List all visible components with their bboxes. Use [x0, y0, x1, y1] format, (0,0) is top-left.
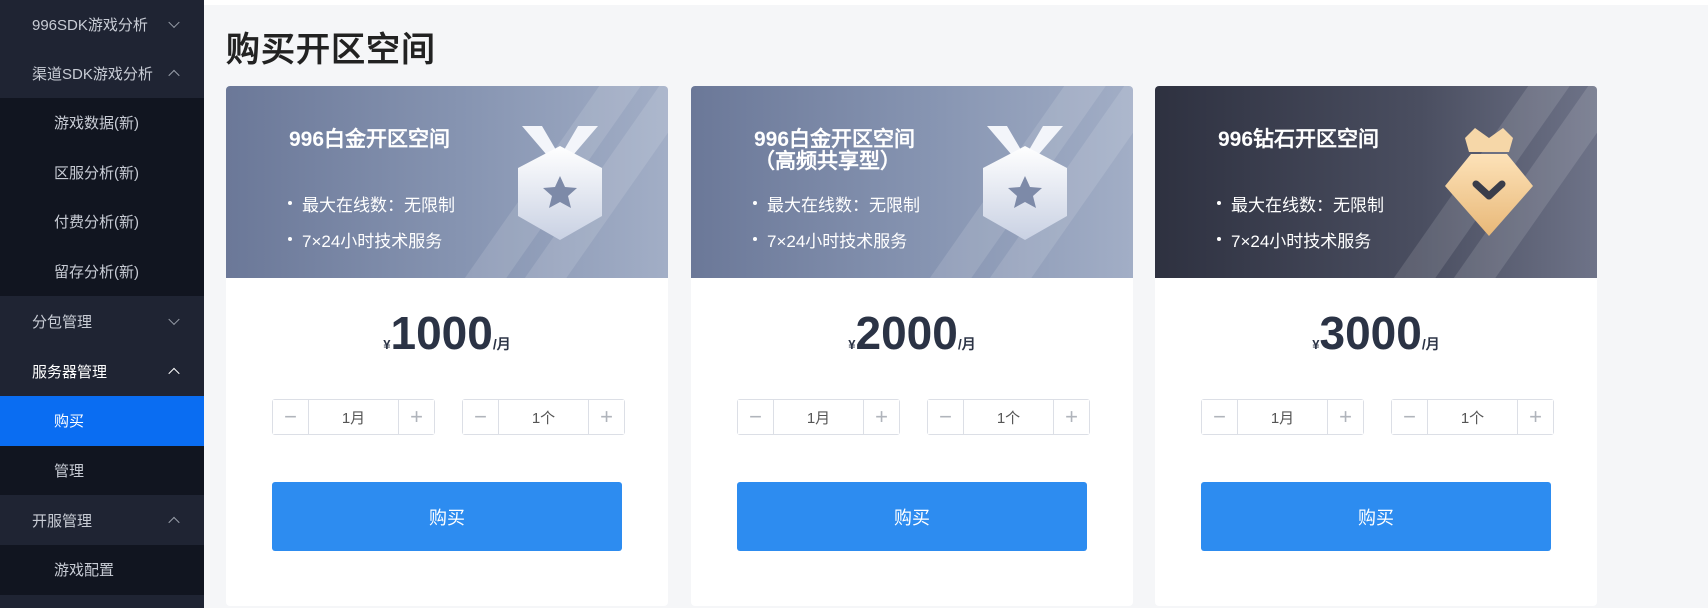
- chevron-down-icon: [168, 16, 180, 29]
- buy-button[interactable]: 购买: [737, 482, 1087, 551]
- sidebar-item-buy[interactable]: 购买: [0, 396, 204, 446]
- minus-icon[interactable]: −: [463, 400, 499, 434]
- currency-symbol: ¥: [383, 337, 391, 352]
- chevron-down-icon: [168, 313, 180, 326]
- plan-card-platinum: 996白金开区空间 最大在线数：无限制 7×24小时技术服务 ¥1000/月 −…: [226, 86, 668, 606]
- feature-item: 最大在线数：无限制: [288, 185, 455, 221]
- quantity-stepper[interactable]: − 1个 +: [1391, 399, 1554, 435]
- card-title: 996钻石开区空间: [1218, 128, 1380, 151]
- price-unit: /月: [957, 336, 976, 352]
- sub-label: 付费分析(新): [54, 214, 139, 232]
- star-medal-icon: [983, 126, 1067, 240]
- star-medal-icon: [518, 126, 602, 240]
- price-unit: /月: [1421, 336, 1440, 352]
- currency-symbol: ¥: [1312, 337, 1320, 352]
- feature-item: 最大在线数：无限制: [753, 185, 920, 221]
- quantity-stepper[interactable]: − 1个 +: [927, 399, 1090, 435]
- chevron-up-icon: [168, 516, 180, 529]
- sub-label: 购买: [54, 413, 85, 431]
- minus-icon[interactable]: −: [1392, 400, 1428, 434]
- menu-label: 开服管理: [32, 512, 93, 530]
- sub-label: 留存分析(新): [54, 263, 139, 281]
- sidebar-item-game-data[interactable]: 游戏数据(新): [0, 98, 204, 148]
- plan-card-platinum-shared: 996白金开区空间 （高频共享型） 最大在线数：无限制 7×24小时技术服务 ¥…: [691, 86, 1133, 606]
- price: ¥1000/月: [226, 306, 668, 360]
- sub-label: 管理: [54, 462, 85, 480]
- duration-value[interactable]: 1月: [1238, 400, 1327, 434]
- feature-item: 7×24小时技术服务: [1217, 221, 1384, 257]
- menu-label: 服务器管理: [32, 363, 108, 381]
- price: ¥2000/月: [691, 306, 1133, 360]
- menu-server-launch-management[interactable]: 开服管理: [0, 495, 204, 545]
- menu-server-management[interactable]: 服务器管理: [0, 346, 204, 396]
- feature-list: 最大在线数：无限制 7×24小时技术服务: [1217, 185, 1384, 257]
- duration-value[interactable]: 1月: [774, 400, 863, 434]
- sidebar: 996SDK游戏分析 渠道SDK游戏分析 游戏数据(新) 区服分析(新) 付费分…: [0, 0, 204, 608]
- feature-list: 最大在线数：无限制 7×24小时技术服务: [753, 185, 920, 257]
- sub-label: 区服分析(新): [54, 164, 139, 182]
- price-value: 3000: [1319, 307, 1422, 359]
- duration-stepper[interactable]: − 1月 +: [272, 399, 435, 435]
- plus-icon[interactable]: +: [1327, 400, 1363, 434]
- card-title: 996白金开区空间: [289, 128, 451, 151]
- duration-value[interactable]: 1月: [309, 400, 398, 434]
- price-unit: /月: [492, 336, 511, 352]
- card-title: 996白金开区空间 （高频共享型）: [754, 128, 916, 173]
- menu-label: 渠道SDK游戏分析: [32, 65, 153, 83]
- minus-icon[interactable]: −: [273, 400, 309, 434]
- duration-stepper[interactable]: − 1月 +: [1201, 399, 1364, 435]
- plus-icon[interactable]: +: [588, 400, 624, 434]
- minus-icon[interactable]: −: [738, 400, 774, 434]
- crown-diamond-icon: [1445, 128, 1533, 236]
- minus-icon[interactable]: −: [1202, 400, 1238, 434]
- menu-996sdk-analysis[interactable]: 996SDK游戏分析: [0, 0, 204, 48]
- price: ¥3000/月: [1155, 306, 1597, 360]
- sidebar-item-server-analysis[interactable]: 区服分析(新): [0, 148, 204, 198]
- sidebar-item-manage[interactable]: 管理: [0, 446, 204, 496]
- menu-label: 996SDK游戏分析: [32, 16, 148, 34]
- quantity-value[interactable]: 1个: [1428, 400, 1517, 434]
- feature-item: 最大在线数：无限制: [1217, 185, 1384, 221]
- sidebar-item-payment-analysis[interactable]: 付费分析(新): [0, 197, 204, 247]
- submenu-server-management: 购买 管理: [0, 396, 204, 495]
- minus-icon[interactable]: −: [928, 400, 964, 434]
- menu-channel-sdk-analysis[interactable]: 渠道SDK游戏分析: [0, 48, 204, 98]
- submenu-server-launch: 游戏配置: [0, 545, 204, 595]
- duration-stepper[interactable]: − 1月 +: [737, 399, 900, 435]
- main-content: 购买开区空间 996白金开区空间 最大在线数：无限制 7×24小时技术服务 ¥1…: [204, 0, 1708, 608]
- buy-button[interactable]: 购买: [1201, 482, 1551, 551]
- plus-icon[interactable]: +: [398, 400, 434, 434]
- sub-label: 游戏配置: [54, 562, 115, 580]
- card-header: 996钻石开区空间 最大在线数：无限制 7×24小时技术服务: [1155, 86, 1597, 278]
- currency-symbol: ¥: [848, 337, 856, 352]
- sidebar-item-retention-analysis[interactable]: 留存分析(新): [0, 247, 204, 297]
- plus-icon[interactable]: +: [1517, 400, 1553, 434]
- price-value: 1000: [390, 307, 493, 359]
- feature-item: 7×24小时技术服务: [288, 221, 455, 257]
- submenu-channel-sdk: 游戏数据(新) 区服分析(新) 付费分析(新) 留存分析(新): [0, 98, 204, 296]
- sidebar-item-game-config[interactable]: 游戏配置: [0, 545, 204, 595]
- menu-label: 分包管理: [32, 313, 93, 331]
- top-strip: [204, 0, 1708, 5]
- sub-label: 游戏数据(新): [54, 115, 139, 133]
- plus-icon[interactable]: +: [1053, 400, 1089, 434]
- quantity-stepper[interactable]: − 1个 +: [462, 399, 625, 435]
- quantity-value[interactable]: 1个: [964, 400, 1053, 434]
- feature-list: 最大在线数：无限制 7×24小时技术服务: [288, 185, 455, 257]
- plan-card-diamond: 996钻石开区空间 最大在线数：无限制 7×24小时技术服务 ¥3000/月 −…: [1155, 86, 1597, 606]
- chevron-up-icon: [168, 367, 180, 380]
- quantity-value[interactable]: 1个: [499, 400, 588, 434]
- page-title: 购买开区空间: [226, 31, 436, 69]
- menu-package-management[interactable]: 分包管理: [0, 296, 204, 346]
- buy-button[interactable]: 购买: [272, 482, 622, 551]
- chevron-up-icon: [168, 69, 180, 82]
- card-header: 996白金开区空间 最大在线数：无限制 7×24小时技术服务: [226, 86, 668, 278]
- plus-icon[interactable]: +: [863, 400, 899, 434]
- feature-item: 7×24小时技术服务: [753, 221, 920, 257]
- price-value: 2000: [855, 307, 958, 359]
- card-header: 996白金开区空间 （高频共享型） 最大在线数：无限制 7×24小时技术服务: [691, 86, 1133, 278]
